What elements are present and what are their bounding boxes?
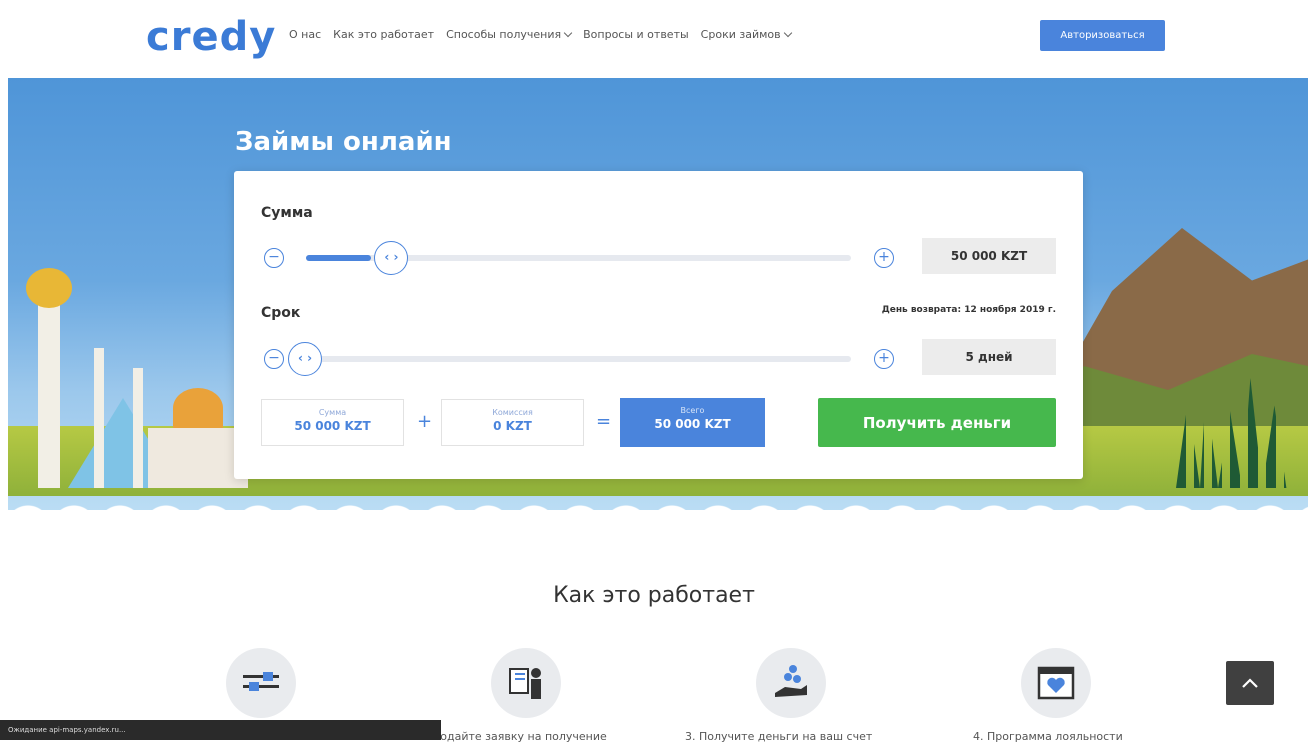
- step-2-text: Подайте заявку на получение: [432, 730, 607, 743]
- hand-coins-icon: [775, 665, 807, 697]
- nav-item-terms-label: Сроки займов: [700, 28, 781, 41]
- sliders-icon: [243, 672, 279, 691]
- step-2-icon-circle: [491, 648, 561, 718]
- chevron-down-icon: [783, 28, 792, 38]
- term-slider-handle[interactable]: ‹ ›: [288, 342, 322, 376]
- plus-sign: +: [417, 411, 433, 432]
- nav-item-terms[interactable]: Сроки займов: [700, 28, 792, 41]
- main-nav: О нас Как это работает Способы получения…: [289, 28, 803, 41]
- term-increase-button[interactable]: +: [874, 349, 894, 369]
- fee-summary-value: 0 KZT: [493, 419, 532, 433]
- sum-label: Сумма: [261, 205, 313, 221]
- amount-summary: Сумма 50 000 KZT: [261, 399, 404, 446]
- term-label: Срок: [261, 305, 301, 321]
- nav-item-how-it-works[interactable]: Как это работает: [333, 28, 434, 41]
- term-decrease-button[interactable]: −: [264, 349, 284, 369]
- step-3-icon-circle: [756, 648, 826, 718]
- term-slider-track[interactable]: [306, 356, 851, 362]
- equals-sign: =: [596, 411, 612, 432]
- clouds-base-decoration: [8, 510, 1308, 528]
- sum-slider-fill: [306, 255, 372, 261]
- scroll-to-top-button[interactable]: [1226, 661, 1274, 705]
- total-summary-value: 50 000 KZT: [654, 417, 731, 431]
- get-money-button[interactable]: Получить деньги: [818, 398, 1056, 447]
- minaret-illustration: [94, 348, 104, 488]
- nav-item-about[interactable]: О нас: [289, 28, 321, 41]
- return-date: День возврата: 12 ноября 2019 г.: [881, 305, 1056, 315]
- amount-summary-label: Сумма: [318, 408, 347, 417]
- baiterek-tower-illustration: [38, 288, 60, 488]
- total-summary: Всего 50 000 KZT: [620, 398, 765, 447]
- fee-summary-label: Комиссия: [492, 408, 533, 417]
- fee-summary: Комиссия 0 KZT: [441, 399, 584, 446]
- tower-sphere-illustration: [26, 268, 72, 308]
- page-title: Займы онлайн: [235, 127, 452, 157]
- nav-item-faq[interactable]: Вопросы и ответы: [583, 28, 689, 41]
- total-summary-label: Всего: [680, 406, 705, 415]
- nav-item-how-it-works-label: Как это работает: [333, 28, 435, 41]
- login-button[interactable]: Авторизоваться: [1040, 20, 1165, 51]
- step-3-text: 3. Получите деньги на ваш счет: [685, 730, 873, 743]
- city-illustration: [8, 268, 248, 488]
- nav-item-faq-label: Вопросы и ответы: [583, 28, 689, 41]
- nav-item-methods[interactable]: Способы получения: [446, 28, 573, 41]
- amount-summary-value: 50 000 KZT: [294, 419, 371, 433]
- chevron-up-icon: [1242, 678, 1258, 688]
- credy-logo[interactable]: credy: [146, 14, 276, 60]
- sum-increase-button[interactable]: +: [874, 248, 894, 268]
- nav-item-about-label: О нас: [289, 28, 322, 41]
- dome-illustration: [173, 388, 223, 428]
- step-1-icon-circle: [226, 648, 296, 718]
- mosque-illustration: [148, 428, 248, 488]
- browser-status-bar: Ожидание api-maps.yandex.ru...: [0, 720, 441, 740]
- site-header: credy О нас Как это работает Способы пол…: [0, 0, 1308, 78]
- loyalty-heart-icon: [1037, 666, 1075, 700]
- sum-slider-handle[interactable]: ‹ ›: [374, 241, 409, 275]
- documents-person-icon: [509, 668, 541, 699]
- loan-calculator: Сумма − ‹ › + 50 000 KZT Срок День возвр…: [234, 171, 1083, 479]
- sum-value-field[interactable]: 50 000 KZT: [922, 238, 1056, 274]
- nav-item-methods-label: Способы получения: [446, 28, 562, 41]
- term-value-field[interactable]: 5 дней: [922, 339, 1056, 375]
- step-4-text: 4. Программа лояльности: [973, 730, 1123, 743]
- sum-decrease-button[interactable]: −: [264, 248, 284, 268]
- chevron-down-icon: [563, 28, 573, 38]
- minaret-illustration: [133, 368, 143, 488]
- how-it-works-title: Как это работает: [553, 583, 755, 608]
- step-4-icon-circle: [1021, 648, 1091, 718]
